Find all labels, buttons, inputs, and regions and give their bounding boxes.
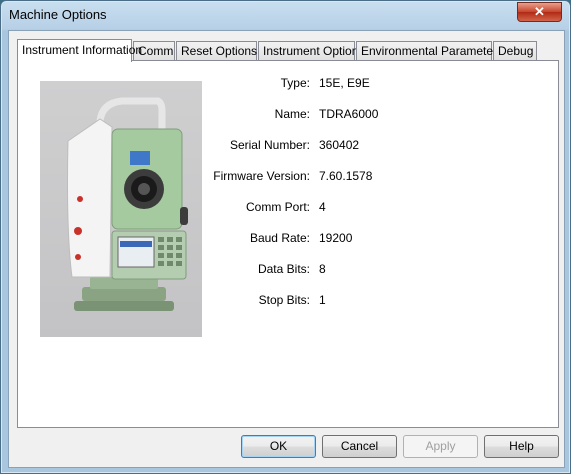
- help-button[interactable]: Help: [484, 435, 559, 458]
- comm-port-value: 4: [319, 200, 326, 214]
- type-row: Type: 15E, E9E: [18, 76, 558, 92]
- name-label: Name:: [274, 107, 310, 121]
- firmware-version-row: Firmware Version: 7.60.1578: [18, 169, 558, 185]
- dialog-button-bar: OK Cancel Apply Help: [9, 429, 564, 467]
- baud-rate-value: 19200: [319, 231, 353, 245]
- baud-rate-label: Baud Rate:: [249, 231, 310, 245]
- type-value: 15E, E9E: [319, 76, 370, 90]
- window-title: Machine Options: [9, 7, 107, 22]
- data-bits-row: Data Bits: 8: [18, 262, 558, 278]
- stop-bits-value: 1: [319, 293, 326, 307]
- tab-instrument-options[interactable]: Instrument Options: [258, 41, 364, 60]
- instrument-information-panel: Type: 15E, E9E Name: TDRA6000 Serial Num…: [17, 60, 559, 428]
- name-value: TDRA6000: [319, 107, 379, 121]
- serial-number-value: 360402: [319, 138, 360, 152]
- comm-port-label: Comm Port:: [245, 200, 310, 214]
- data-bits-value: 8: [319, 262, 326, 276]
- firmware-version-value: 7.60.1578: [319, 169, 373, 183]
- title-bar[interactable]: Machine Options ✕: [1, 1, 570, 29]
- ok-button[interactable]: OK: [241, 435, 316, 458]
- close-icon: ✕: [534, 4, 545, 19]
- tab-debug[interactable]: Debug: [493, 41, 537, 60]
- stop-bits-row: Stop Bits: 1: [18, 293, 558, 309]
- baud-rate-row: Baud Rate: 19200: [18, 231, 558, 247]
- tab-environmental-parameters[interactable]: Environmental Parameters: [356, 41, 503, 60]
- serial-number-label: Serial Number:: [229, 138, 310, 152]
- comm-port-row: Comm Port: 4: [18, 200, 558, 216]
- tab-reset-options[interactable]: Reset Options: [176, 41, 257, 60]
- dialog-client-area: Instrument Information Comm Reset Option…: [8, 30, 565, 468]
- tab-instrument-information[interactable]: Instrument Information: [17, 39, 142, 62]
- firmware-version-label: Firmware Version:: [213, 169, 310, 183]
- close-button[interactable]: ✕: [517, 2, 562, 22]
- stop-bits-label: Stop Bits:: [258, 293, 310, 307]
- apply-button[interactable]: Apply: [403, 435, 478, 458]
- type-label: Type:: [280, 76, 310, 90]
- machine-options-window: Machine Options ✕ Instrument Information…: [0, 0, 571, 474]
- name-row: Name: TDRA6000: [18, 107, 558, 123]
- serial-number-row: Serial Number: 360402: [18, 138, 558, 154]
- data-bits-label: Data Bits:: [257, 262, 310, 276]
- cancel-button[interactable]: Cancel: [322, 435, 397, 458]
